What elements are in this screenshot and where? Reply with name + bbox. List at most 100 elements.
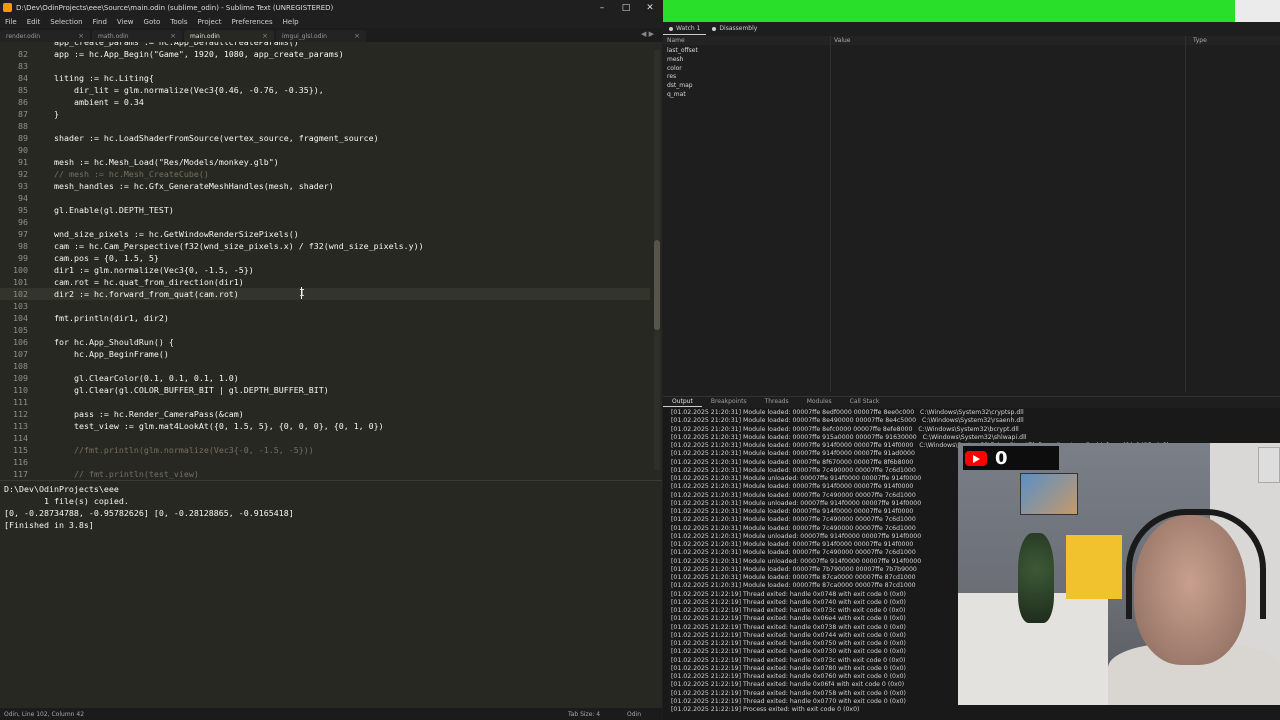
tab-output[interactable]: Output — [663, 397, 702, 407]
menu-goto[interactable]: Goto — [139, 18, 166, 26]
code-line[interactable]: 112 pass := hc.Render_CameraPass(&cam) — [0, 408, 650, 420]
code-line[interactable]: 110 gl.Clear(gl.COLOR_BUFFER_BIT | gl.DE… — [0, 384, 650, 396]
tab-modules[interactable]: Modules — [798, 397, 841, 407]
scrollbar-thumb[interactable] — [654, 240, 660, 330]
tab-threads[interactable]: Threads — [756, 397, 798, 407]
status-syntax[interactable]: Odin — [627, 711, 641, 718]
code-line[interactable]: 95 gl.Enable(gl.DEPTH_TEST) — [0, 204, 650, 216]
menu-selection[interactable]: Selection — [45, 18, 87, 26]
code-line[interactable]: 116 — [0, 456, 650, 468]
line-number[interactable]: 105 — [0, 324, 28, 336]
code-line[interactable]: 83 — [0, 60, 650, 72]
line-number[interactable]: 115 — [0, 444, 28, 456]
line-number[interactable]: 112 — [0, 408, 28, 420]
code-line[interactable]: 105 — [0, 324, 650, 336]
column-name[interactable]: Name — [667, 37, 685, 44]
code-line[interactable]: 89 shader := hc.LoadShaderFromSource(ver… — [0, 132, 650, 144]
tab-disassembly[interactable]: Disassembly — [706, 24, 763, 34]
line-number[interactable]: 103 — [0, 300, 28, 312]
code-line[interactable]: 91 mesh := hc.Mesh_Load("Res/Models/monk… — [0, 156, 650, 168]
menu-preferences[interactable]: Preferences — [226, 18, 277, 26]
watch-row[interactable]: res — [667, 72, 676, 81]
code-line[interactable]: 115 //fmt.println(glm.normalize(Vec3{-0,… — [0, 444, 650, 456]
line-number[interactable]: 100 — [0, 264, 28, 276]
code-line[interactable]: 90 — [0, 144, 650, 156]
menu-find[interactable]: Find — [88, 18, 112, 26]
tab-imgui-glsl-odin[interactable]: imgui_glsl.odin × — [276, 30, 366, 42]
line-number[interactable]: 94 — [0, 192, 28, 204]
code-line[interactable]: 117 // fmt.println(test_view) — [0, 468, 650, 480]
code-line[interactable]: 82 app := hc.App_Begin("Game", 1920, 108… — [0, 48, 650, 60]
column-value[interactable]: Value — [834, 37, 850, 44]
line-number[interactable]: 95 — [0, 204, 28, 216]
watch-row[interactable]: last_offset — [667, 46, 698, 55]
line-number[interactable]: 90 — [0, 144, 28, 156]
code-line[interactable]: 107 hc.App_BeginFrame() — [0, 348, 650, 360]
code-line[interactable]: 109 gl.ClearColor(0.1, 0.1, 0.1, 1.0) — [0, 372, 650, 384]
tab-scroll-arrows-icon[interactable]: ◀ ▶ — [641, 30, 654, 38]
menu-view[interactable]: View — [112, 18, 139, 26]
status-tab-size[interactable]: Tab Size: 4 — [568, 711, 600, 718]
line-number[interactable]: 110 — [0, 384, 28, 396]
line-number[interactable]: 91 — [0, 156, 28, 168]
menu-project[interactable]: Project — [193, 18, 227, 26]
minimize-icon[interactable]: – — [590, 3, 614, 13]
line-number[interactable]: 93 — [0, 180, 28, 192]
tab-math-odin[interactable]: math.odin × — [92, 30, 182, 42]
line-number[interactable]: 87 — [0, 108, 28, 120]
code-line[interactable]: 104 fmt.println(dir1, dir2) — [0, 312, 650, 324]
code-line[interactable]: 106 for hc.App_ShouldRun() { — [0, 336, 650, 348]
line-number[interactable]: 97 — [0, 228, 28, 240]
code-line[interactable]: 87 } — [0, 108, 650, 120]
line-number[interactable]: 89 — [0, 132, 28, 144]
line-number[interactable]: 113 — [0, 420, 28, 432]
line-number[interactable]: 102 — [0, 288, 28, 300]
watch-row[interactable]: q_mat — [667, 90, 686, 99]
tab-close-icon[interactable]: × — [170, 32, 176, 40]
menu-edit[interactable]: Edit — [22, 18, 46, 26]
code-line[interactable]: 99 cam.pos = {0, 1.5, 5} — [0, 252, 650, 264]
tab-close-icon[interactable]: × — [262, 32, 268, 40]
line-number[interactable]: 88 — [0, 120, 28, 132]
code-line[interactable]: 103 — [0, 300, 650, 312]
watch-row[interactable]: mesh — [667, 55, 683, 64]
tab-main-odin[interactable]: main.odin × — [184, 30, 274, 42]
tab-watch-1[interactable]: Watch 1 — [663, 24, 707, 35]
close-icon[interactable]: ✕ — [638, 3, 662, 13]
line-number[interactable]: 106 — [0, 336, 28, 348]
line-number[interactable]: 99 — [0, 252, 28, 264]
menu-file[interactable]: File — [0, 18, 22, 26]
tab-render-odin[interactable]: render.odin × — [0, 30, 90, 42]
line-number[interactable]: 114 — [0, 432, 28, 444]
menu-tools[interactable]: Tools — [165, 18, 192, 26]
line-number[interactable]: 82 — [0, 48, 28, 60]
code-line[interactable]: 101 cam.rot = hc.quat_from_direction(dir… — [0, 276, 650, 288]
code-line[interactable]: 85 dir_lit = glm.normalize(Vec3{0.46, -0… — [0, 84, 650, 96]
code-line[interactable]: 108 — [0, 360, 650, 372]
line-number[interactable]: 117 — [0, 468, 28, 480]
code-line[interactable]: 94 — [0, 192, 650, 204]
code-line[interactable]: 102 dir2 := hc.forward_from_quat(cam.rot… — [0, 288, 650, 300]
line-number[interactable]: 92 — [0, 168, 28, 180]
tab-close-icon[interactable]: × — [78, 32, 84, 40]
watch-row[interactable]: dst_map — [667, 81, 693, 90]
code-line[interactable]: 113 test_view := glm.mat4LookAt({0, 1.5,… — [0, 420, 650, 432]
tab-call-stack[interactable]: Call Stack — [841, 397, 889, 407]
line-number[interactable]: 108 — [0, 360, 28, 372]
line-number[interactable]: 83 — [0, 60, 28, 72]
line-number[interactable]: 111 — [0, 396, 28, 408]
code-line[interactable]: 114 — [0, 432, 650, 444]
column-type[interactable]: Type — [1193, 37, 1207, 44]
editor-scrollbar[interactable] — [654, 50, 660, 470]
code-line[interactable]: 98 cam := hc.Cam_Perspective(f32(wnd_siz… — [0, 240, 650, 252]
code-line[interactable]: 111 — [0, 396, 650, 408]
code-editor[interactable]: app_create_params := hc.App_DefaultCreat… — [0, 42, 662, 480]
line-number[interactable]: 84 — [0, 72, 28, 84]
line-number[interactable]: 109 — [0, 372, 28, 384]
code-line[interactable]: 84 liting := hc.Liting{ — [0, 72, 650, 84]
tab-breakpoints[interactable]: Breakpoints — [702, 397, 756, 407]
line-number[interactable]: 101 — [0, 276, 28, 288]
line-number[interactable]: 104 — [0, 312, 28, 324]
code-line[interactable]: 97 wnd_size_pixels := hc.GetWindowRender… — [0, 228, 650, 240]
line-number[interactable]: 85 — [0, 84, 28, 96]
